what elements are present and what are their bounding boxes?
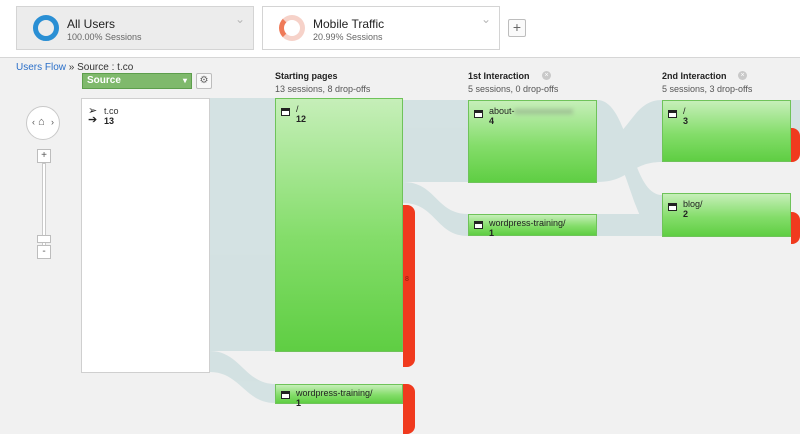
page-path: / <box>296 104 299 114</box>
page-path-blurred: xxxxxxxxxxxxx <box>514 106 574 116</box>
page-node-root[interactable]: / 12 <box>275 98 403 352</box>
page-path-visible: about- <box>489 106 515 116</box>
page-node-wordpress-training[interactable]: wordpress-training/ 1 <box>275 384 403 408</box>
page-icon <box>281 391 290 399</box>
dropoff-bar[interactable] <box>791 128 800 162</box>
page-count: 2 <box>683 209 689 219</box>
dropoff-bar[interactable] <box>403 205 415 367</box>
flow-source-to-root <box>210 98 275 351</box>
source-count: 13 <box>104 116 115 126</box>
page-icon <box>281 108 290 116</box>
page-path: blog/ <box>683 199 703 209</box>
page-node-about[interactable]: about-xxxxxxxxxxxxx 4 <box>468 100 597 183</box>
flow-wp1-onward <box>597 214 662 236</box>
dropoff-marker: 8 <box>405 276 409 283</box>
page-count: 3 <box>683 116 689 126</box>
flow-root-to-about <box>403 100 468 182</box>
page-path: / <box>683 106 686 116</box>
page-path: wordpress-training/ <box>296 388 373 398</box>
traffic-arrow-icon: ➢ ➔ <box>88 105 98 126</box>
dropoff-bar[interactable] <box>791 212 800 244</box>
page-icon <box>668 110 677 118</box>
page-path: about-xxxxxxxxxxxxx <box>489 106 573 116</box>
page-icon <box>474 221 483 229</box>
page-node-root[interactable]: / 3 <box>662 100 791 162</box>
page-node-blog[interactable]: blog/ 2 <box>662 193 791 237</box>
dropoff-bar[interactable] <box>403 384 415 434</box>
page-path: wordpress-training/ <box>489 218 566 228</box>
page-count: 1 <box>296 398 302 408</box>
source-node-tco[interactable]: ➢ ➔ t.co 13 <box>81 98 210 373</box>
page-count: 12 <box>296 114 307 124</box>
page-count: 4 <box>489 116 495 126</box>
page-icon <box>668 203 677 211</box>
page-icon <box>474 110 483 118</box>
source-name: t.co <box>104 106 119 116</box>
flow-source-to-wp <box>210 351 275 403</box>
page-count: 1 <box>489 228 495 238</box>
page-node-wordpress-training[interactable]: wordpress-training/ 1 <box>468 214 597 238</box>
